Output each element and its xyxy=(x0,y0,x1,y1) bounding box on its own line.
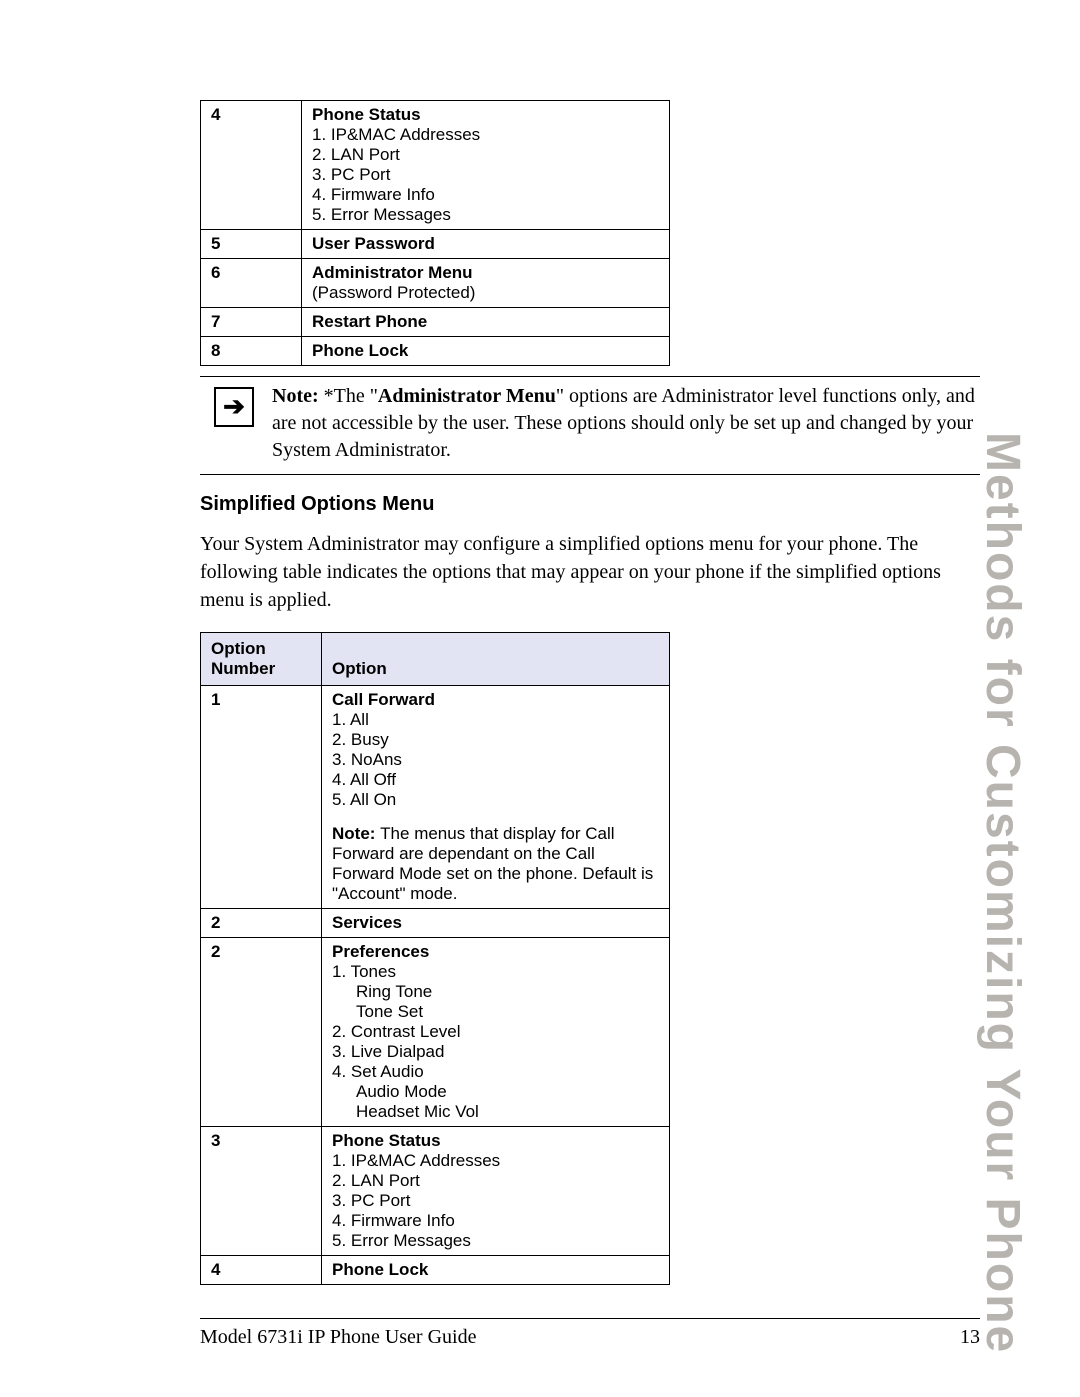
column-header-option-number: Option Number xyxy=(201,633,322,686)
option-subitem: Ring Tone xyxy=(356,982,659,1002)
option-cell: Phone Status 1. IP&MAC Addresses 2. LAN … xyxy=(302,101,670,230)
section-heading: Simplified Options Menu xyxy=(200,493,980,516)
option-cell: Phone Lock xyxy=(322,1256,670,1285)
option-number: 7 xyxy=(201,308,302,337)
spacer xyxy=(332,810,659,824)
option-item: 3. PC Port xyxy=(312,165,659,185)
section-body: Your System Administrator may configure … xyxy=(200,530,980,614)
option-cell: Call Forward 1. All 2. Busy 3. NoAns 4. … xyxy=(322,686,670,909)
option-subitem: Audio Mode xyxy=(356,1082,659,1102)
option-number: 5 xyxy=(201,230,302,259)
option-number: 6 xyxy=(201,259,302,308)
table-row: 2 Services xyxy=(201,909,670,938)
option-number: 3 xyxy=(201,1127,322,1256)
footer-page-number: 13 xyxy=(960,1326,980,1349)
note-text: Note: *The "Administrator Menu" options … xyxy=(272,383,980,464)
table-row: 1 Call Forward 1. All 2. Busy 3. NoAns 4… xyxy=(201,686,670,909)
option-subitem: Tone Set xyxy=(356,1002,659,1022)
page: Methods for Customizing Your Phone 4 Pho… xyxy=(0,0,1080,1397)
option-note-bold: Note: xyxy=(332,824,380,843)
option-item: 5. Error Messages xyxy=(332,1231,659,1251)
option-note: Note: The menus that display for Call Fo… xyxy=(332,824,659,904)
option-item: 3. NoAns xyxy=(332,750,659,770)
option-note-rest: The menus that display for Call Forward … xyxy=(332,824,653,903)
footer: Model 6731i IP Phone User Guide 13 xyxy=(200,1326,980,1349)
option-item: 2. LAN Port xyxy=(332,1171,659,1191)
option-number: 4 xyxy=(201,101,302,230)
option-title: Phone Lock xyxy=(312,341,659,361)
table-row: 5 User Password xyxy=(201,230,670,259)
option-cell: User Password xyxy=(302,230,670,259)
option-extra: (Password Protected) xyxy=(312,283,659,303)
header-line: Number xyxy=(211,659,311,679)
option-item: 4. All Off xyxy=(332,770,659,790)
option-title: User Password xyxy=(312,234,659,254)
option-title: Administrator Menu xyxy=(312,263,659,283)
header-line: Option xyxy=(332,659,659,679)
option-subitem: Headset Mic Vol xyxy=(356,1102,659,1122)
option-title: Restart Phone xyxy=(312,312,659,332)
note-bold-lead: Note: xyxy=(272,385,324,407)
table-row: 4 Phone Status 1. IP&MAC Addresses 2. LA… xyxy=(201,101,670,230)
option-cell: Administrator Menu (Password Protected) xyxy=(302,259,670,308)
option-cell: Phone Lock xyxy=(302,337,670,366)
option-number: 2 xyxy=(201,938,322,1127)
option-cell: Phone Status 1. IP&MAC Addresses 2. LAN … xyxy=(322,1127,670,1256)
option-item: 5. All On xyxy=(332,790,659,810)
option-number: 4 xyxy=(201,1256,322,1285)
option-item: 1. IP&MAC Addresses xyxy=(332,1151,659,1171)
note-admin-menu: Administrator Menu xyxy=(378,385,556,407)
column-header-option: Option xyxy=(322,633,670,686)
header-line: Option xyxy=(211,639,311,659)
option-item: 4. Firmware Info xyxy=(312,185,659,205)
table-row: 7 Restart Phone xyxy=(201,308,670,337)
table-row: 6 Administrator Menu (Password Protected… xyxy=(201,259,670,308)
side-section-label: Methods for Customizing Your Phone xyxy=(975,432,1030,1354)
option-title: Call Forward xyxy=(332,690,659,710)
options-table-continued: 4 Phone Status 1. IP&MAC Addresses 2. LA… xyxy=(200,100,670,366)
table-row: 4 Phone Lock xyxy=(201,1256,670,1285)
option-item: 1. IP&MAC Addresses xyxy=(312,125,659,145)
table-row: 8 Phone Lock xyxy=(201,337,670,366)
option-cell: Services xyxy=(322,909,670,938)
note-block: ➔ Note: *The "Administrator Menu" option… xyxy=(200,383,980,464)
option-item: 4. Set Audio xyxy=(332,1062,659,1082)
option-number: 8 xyxy=(201,337,302,366)
option-title: Phone Status xyxy=(332,1131,659,1151)
option-item: 1. Tones xyxy=(332,962,659,982)
option-title: Preferences xyxy=(332,942,659,962)
option-title: Phone Status xyxy=(312,105,659,125)
option-item: 2. LAN Port xyxy=(312,145,659,165)
option-item: 2. Contrast Level xyxy=(332,1022,659,1042)
table-header-row: Option Number Option xyxy=(201,633,670,686)
table-row: 2 Preferences 1. Tones Ring Tone Tone Se… xyxy=(201,938,670,1127)
option-cell: Preferences 1. Tones Ring Tone Tone Set … xyxy=(322,938,670,1127)
option-number: 2 xyxy=(201,909,322,938)
divider xyxy=(200,376,980,377)
option-item: 1. All xyxy=(332,710,659,730)
option-item: 3. Live Dialpad xyxy=(332,1042,659,1062)
table-row: 3 Phone Status 1. IP&MAC Addresses 2. LA… xyxy=(201,1127,670,1256)
option-title: Phone Lock xyxy=(332,1260,659,1280)
footer-left: Model 6731i IP Phone User Guide xyxy=(200,1326,476,1349)
divider xyxy=(200,474,980,475)
option-item: 4. Firmware Info xyxy=(332,1211,659,1231)
footer-rule xyxy=(200,1318,980,1319)
option-number: 1 xyxy=(201,686,322,909)
option-item: 5. Error Messages xyxy=(312,205,659,225)
simplified-options-table: Option Number Option 1 Call Forward 1. A… xyxy=(200,632,670,1285)
note-pre: *The " xyxy=(324,385,378,407)
arrow-right-icon: ➔ xyxy=(214,387,254,427)
option-cell: Restart Phone xyxy=(302,308,670,337)
option-title: Services xyxy=(332,913,659,933)
content-area: 4 Phone Status 1. IP&MAC Addresses 2. LA… xyxy=(200,100,980,1285)
option-item: 3. PC Port xyxy=(332,1191,659,1211)
option-item: 2. Busy xyxy=(332,730,659,750)
